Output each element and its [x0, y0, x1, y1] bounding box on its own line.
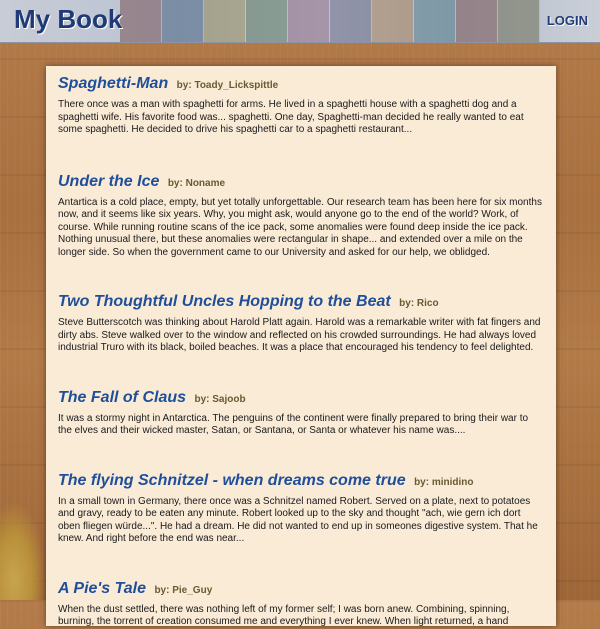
story-author: by: Noname [167, 177, 226, 189]
story-header: A Pie's Tale by: Pie_Guy [58, 579, 544, 601]
login-link[interactable]: LOGIN [547, 13, 588, 28]
story-list: Spaghetti-Man by: Toady_Lickspittle Ther… [46, 66, 556, 629]
story-header: The Fall of Claus by: Sajoob [58, 388, 544, 410]
site-logo[interactable]: My Book [14, 4, 122, 35]
story-item: Spaghetti-Man by: Toady_Lickspittle Ther… [58, 74, 544, 137]
decorative-leaf [0, 500, 46, 600]
story-item: A Pie's Tale by: Pie_Guy When the dust s… [58, 579, 544, 629]
site-header: My Book LOGIN [0, 0, 600, 43]
story-title-link[interactable]: A Pie's Tale [58, 580, 146, 597]
story-title-link[interactable]: The Fall of Claus [58, 389, 186, 406]
story-excerpt: In a small town in Germany, there once w… [58, 495, 538, 545]
story-item: The Fall of Claus by: Sajoob It was a st… [58, 388, 544, 438]
story-item: The flying Schnitzel - when dreams come … [58, 471, 544, 546]
header-banner-books [120, 0, 540, 42]
story-excerpt: Antartica is a cold place, empty, but ye… [58, 196, 542, 258]
story-author: by: minidino [414, 476, 474, 488]
story-excerpt: There once was a man with spaghetti for … [58, 99, 524, 135]
story-excerpt: When the dust settled, there was nothing… [58, 603, 510, 628]
story-author: by: Toady_Lickspittle [176, 80, 279, 91]
stories-panel: Spaghetti-Man by: Toady_Lickspittle Ther… [46, 66, 556, 629]
story-item: Under the Ice by: Noname Antartica is a … [58, 172, 544, 260]
story-item: Two Thoughtful Uncles Hopping to the Bea… [58, 292, 544, 355]
story-header: Spaghetti-Man by: Toady_Lickspittle [58, 74, 544, 96]
story-author: by: Sajoob [194, 393, 246, 405]
story-excerpt: Steve Butterscotch was thinking about Ha… [58, 317, 541, 353]
story-title-link[interactable]: Under the Ice [58, 173, 159, 190]
story-header: Under the Ice by: Noname [58, 172, 544, 194]
story-title-link[interactable]: Two Thoughtful Uncles Hopping to the Bea… [58, 293, 391, 310]
story-author: by: Rico [399, 298, 439, 309]
story-title-link[interactable]: The flying Schnitzel - when dreams come … [58, 472, 406, 489]
story-title-link[interactable]: Spaghetti-Man [58, 75, 168, 92]
story-header: Two Thoughtful Uncles Hopping to the Bea… [58, 292, 544, 314]
story-author: by: Pie_Guy [154, 584, 213, 596]
story-excerpt: It was a stormy night in Antarctica. The… [58, 412, 529, 437]
story-header: The flying Schnitzel - when dreams come … [58, 471, 544, 493]
